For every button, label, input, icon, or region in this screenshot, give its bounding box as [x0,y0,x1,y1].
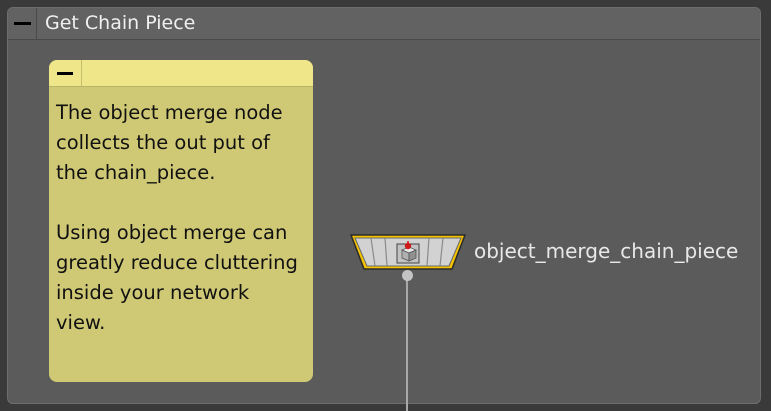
node-output-wire [406,276,408,411]
sticky-note[interactable]: The object merge node collects the out p… [49,60,313,382]
network-box-title: Get Chain Piece [45,12,196,34]
network-box-collapse-button[interactable] [8,8,37,39]
node-name-label[interactable]: object_merge_chain_piece [474,238,738,264]
node-output-connector[interactable] [402,270,413,281]
object-merge-icon [396,241,420,264]
minus-icon [13,22,31,25]
sticky-note-text[interactable]: The object merge node collects the out p… [56,98,308,338]
minus-icon [57,71,73,75]
sticky-note-collapse-button[interactable] [49,60,82,86]
network-box-header[interactable]: Get Chain Piece [8,8,760,40]
object-merge-node[interactable] [349,232,467,272]
sticky-note-header[interactable] [49,60,313,87]
